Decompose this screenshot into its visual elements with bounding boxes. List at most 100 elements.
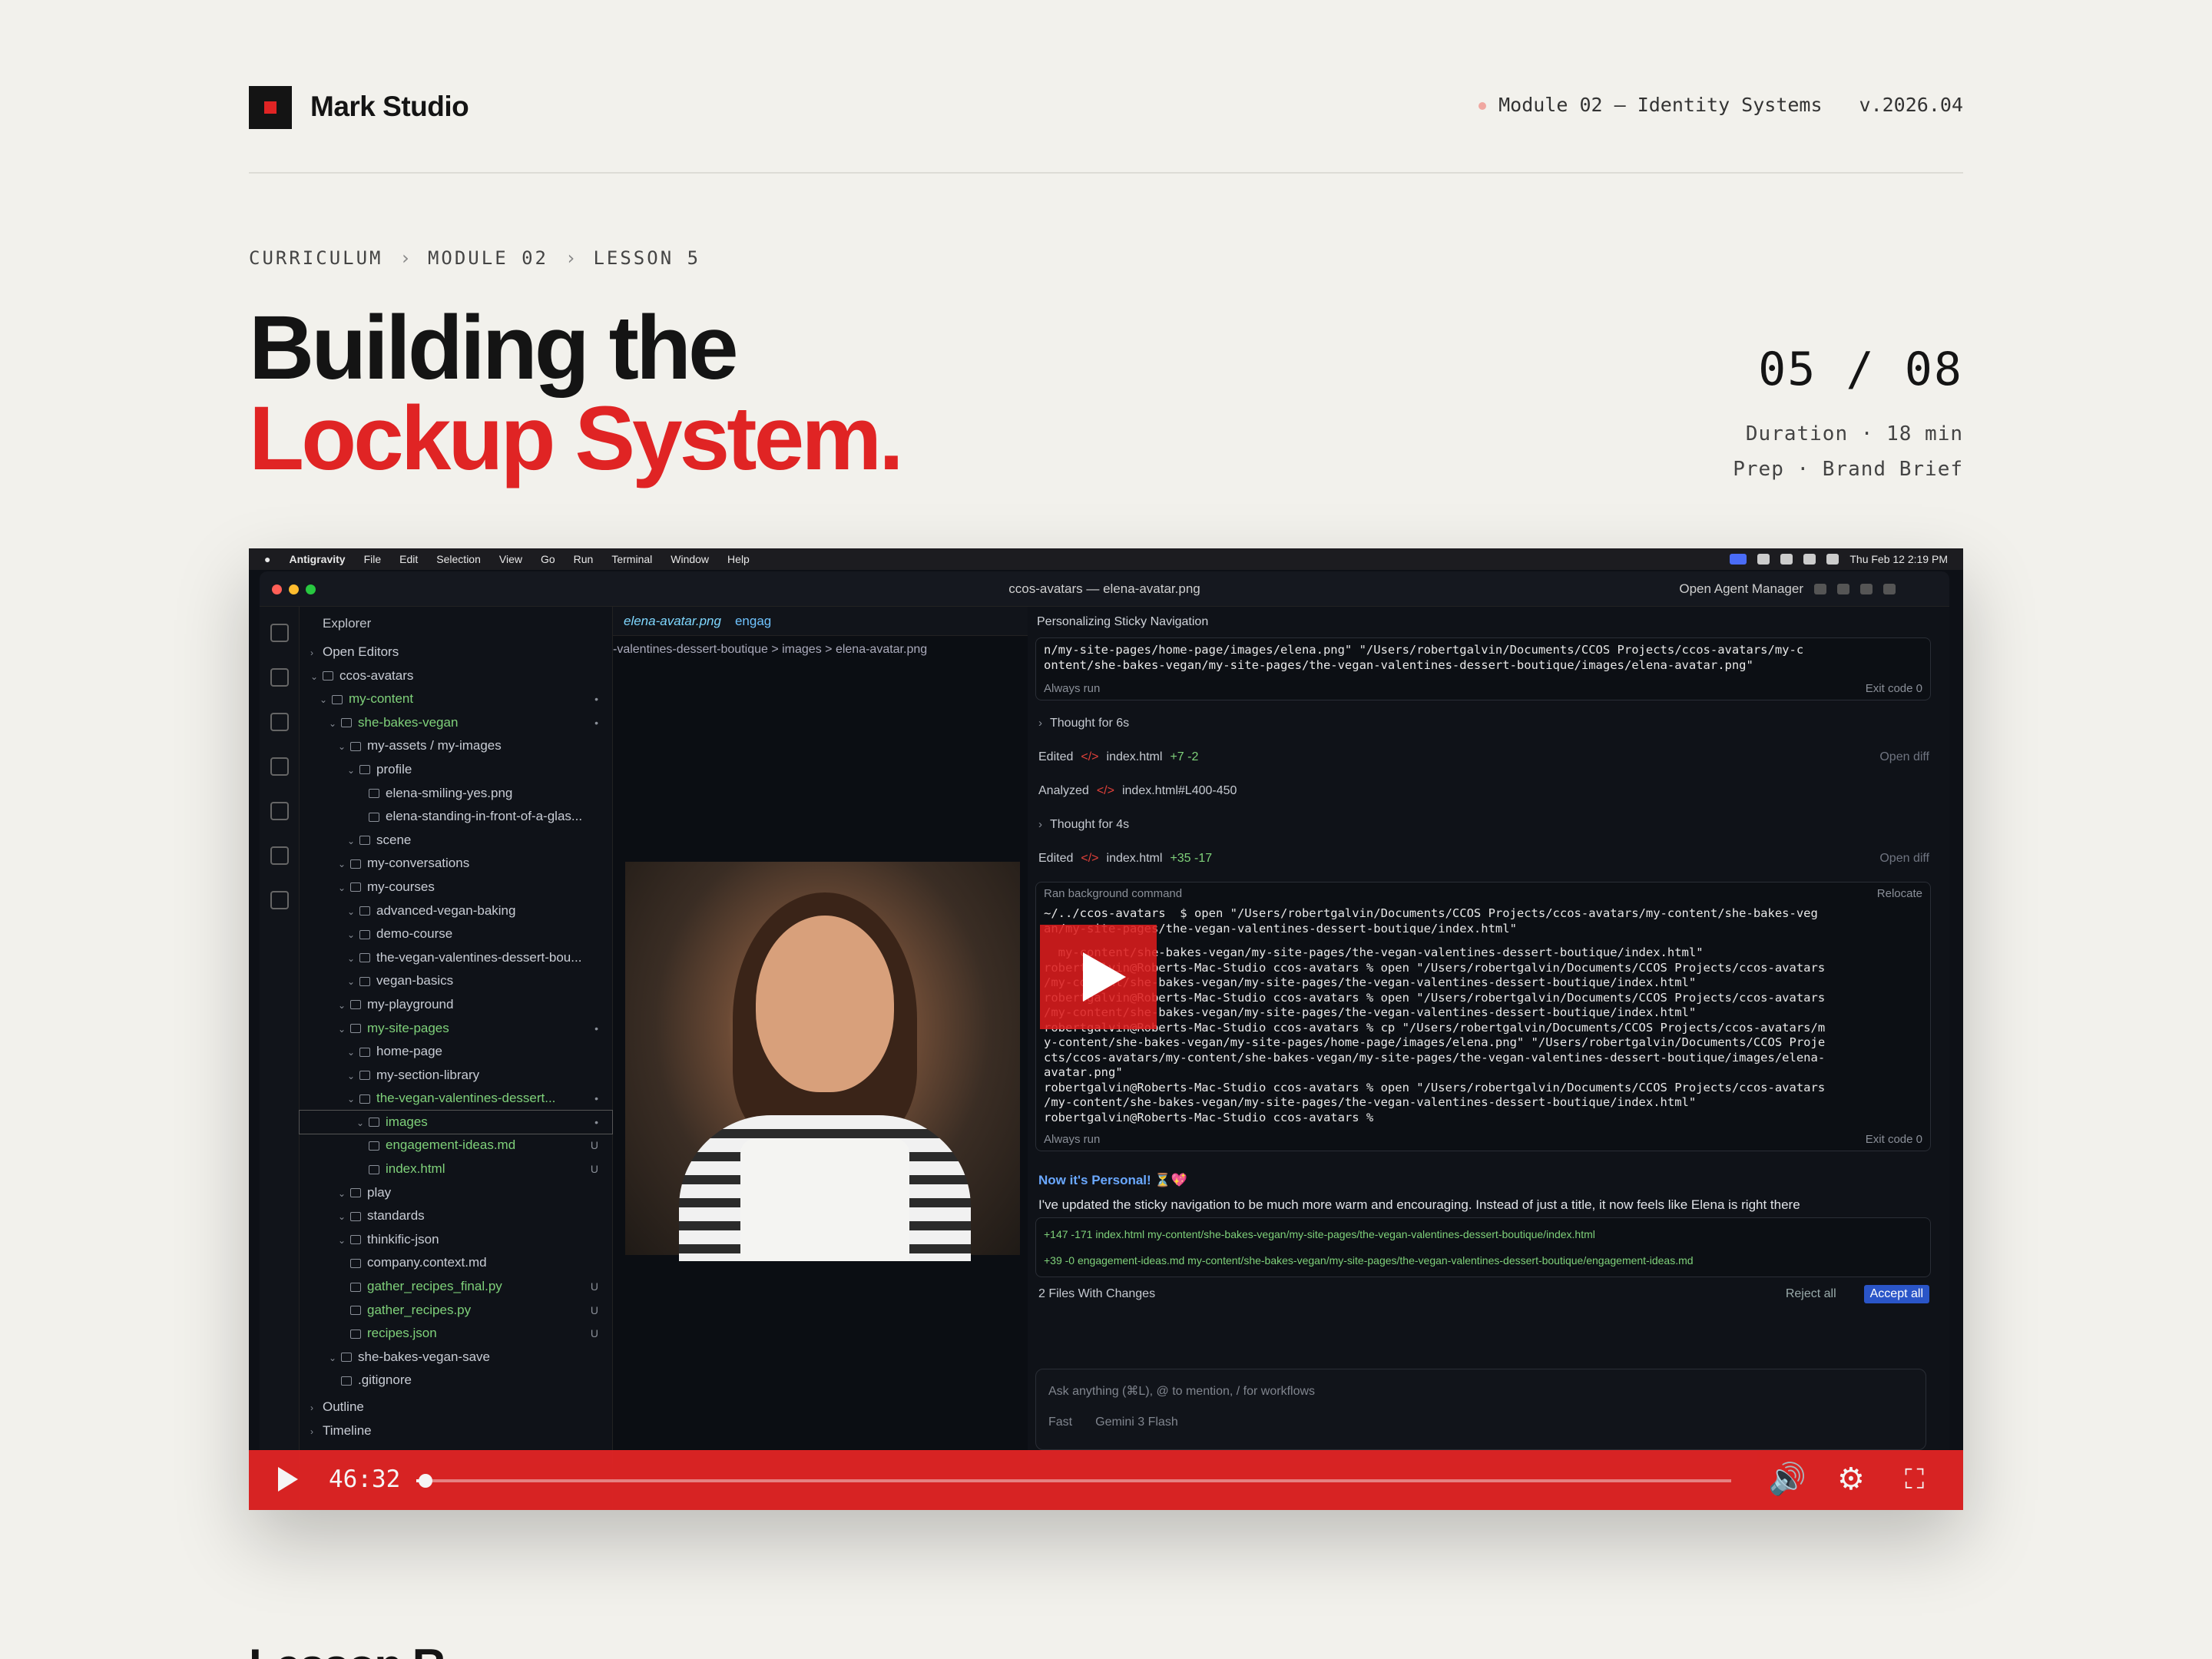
gear-icon	[1883, 584, 1896, 594]
folder-icon	[350, 1024, 361, 1034]
folder-icon	[359, 976, 370, 986]
screen-icon	[1730, 554, 1747, 565]
tree-item-label: my-conversations	[367, 856, 470, 871]
tree-item[interactable]: index.html U	[300, 1157, 612, 1181]
tree-item[interactable]: ⌄ my-conversations	[300, 852, 612, 876]
fullscreen-icon[interactable]: ⛶	[1905, 1462, 1924, 1496]
chevron-down-icon: ⌄	[347, 1047, 356, 1058]
chevron-down-icon: ⌄	[338, 741, 346, 753]
chevron-down-icon: ⌄	[310, 671, 319, 682]
chevron-down-icon: ⌄	[329, 717, 337, 729]
tree-item[interactable]: ⌄ my-site-pages •	[300, 1017, 612, 1041]
tree-item-label: vegan-basics	[376, 973, 454, 988]
lesson-duration: Duration · 18 min	[1745, 422, 1963, 445]
volume-icon[interactable]: 🔊	[1768, 1462, 1806, 1496]
tree-item[interactable]: gather_recipes.py U	[300, 1299, 612, 1323]
video-controls: 46:32 🔊 ⚙ ⛶	[249, 1450, 1963, 1510]
git-status: U	[590, 1139, 598, 1152]
progress-bar[interactable]	[416, 1474, 1731, 1488]
chevron-down-icon: ⌄	[338, 1023, 346, 1035]
folder-icon	[350, 1188, 361, 1198]
tree-item[interactable]: elena-smiling-yes.png	[300, 782, 612, 806]
tree-item-label: advanced-vegan-baking	[376, 902, 516, 918]
tree-item[interactable]: ⌄ thinkific-json	[300, 1228, 612, 1252]
tree-item[interactable]: recipes.json U	[300, 1322, 612, 1346]
brand-logo[interactable]	[249, 86, 292, 129]
tree-item[interactable]: ⌄ she-bakes-vegan •	[300, 711, 612, 735]
tree-item[interactable]: ⌄ the-vegan-valentines-dessert... •	[300, 1087, 612, 1111]
tree-item[interactable]: ⌄ my-content •	[300, 687, 612, 711]
chevron-right-icon: ›	[565, 247, 577, 269]
folder-icon	[359, 1047, 370, 1057]
tree-item[interactable]: company.context.md	[300, 1251, 612, 1275]
tree-item[interactable]: ⌄ scene	[300, 829, 612, 853]
tree-item[interactable]: ⌄ advanced-vegan-baking	[300, 899, 612, 923]
file-icon	[369, 789, 379, 799]
menubar-clock: Thu Feb 12 2:19 PM	[1849, 553, 1948, 565]
folder-icon	[350, 1235, 361, 1245]
folder-icon	[332, 694, 343, 704]
tree-item[interactable]: ⌄ my-assets / my-images	[300, 734, 612, 758]
tree-item[interactable]: elena-standing-in-front-of-a-glas...	[300, 805, 612, 829]
folder-icon	[350, 1000, 361, 1010]
file-tree: › Open Editors ⌄ ccos-avatars ⌄ my-content • ⌄…	[299, 641, 613, 1442]
tree-item[interactable]: ⌄ my-courses	[300, 876, 612, 899]
tree-item[interactable]: ⌄ vegan-basics	[300, 969, 612, 993]
tree-item[interactable]: ⌄ play	[300, 1181, 612, 1205]
breadcrumb-item: LESSON 5	[593, 247, 701, 269]
agent-step: › Thought for 4s	[1038, 818, 1130, 831]
agent-step: Analyzed </> index.html#L400-450	[1038, 784, 1237, 797]
menu-item: Window	[671, 553, 710, 565]
tree-item[interactable]: ⌄ my-playground	[300, 993, 612, 1017]
progress-knob[interactable]	[418, 1474, 432, 1488]
tree-item[interactable]: ⌄ profile	[300, 758, 612, 782]
git-status: •	[594, 693, 598, 706]
gear-icon[interactable]: ⚙	[1837, 1462, 1865, 1496]
folder-icon	[350, 741, 361, 751]
chevron-down-icon: ⌄	[338, 1234, 346, 1246]
tree-item[interactable]: ⌄ my-section-library	[300, 1064, 612, 1088]
tree-item[interactable]: ⌄ she-bakes-vegan-save	[300, 1346, 612, 1369]
play-overlay-button[interactable]	[1040, 925, 1157, 1029]
tree-item[interactable]: .gitignore	[300, 1369, 612, 1392]
tree-item-label: ccos-avatars	[339, 667, 414, 683]
folder-icon	[323, 671, 333, 681]
chevron-down-icon: ⌄	[347, 835, 356, 846]
header-meta: Module 02 — Identity Systems v.2026.04	[1479, 94, 1963, 116]
brand-name[interactable]: Mark Studio	[310, 91, 469, 123]
debug-icon	[270, 757, 289, 776]
tree-item[interactable]: ⌄ images •	[299, 1109, 613, 1135]
play-icon[interactable]	[278, 1467, 298, 1492]
tree-item[interactable]: ⌄ demo-course	[300, 922, 612, 946]
file-icon	[341, 1376, 352, 1386]
video-player[interactable]: ● Antigravity File Edit Selection View G…	[249, 548, 1963, 1510]
breadcrumb-item[interactable]: CURRICULUM	[249, 247, 383, 269]
file-icon	[350, 1306, 361, 1316]
chevron-down-icon: ⌄	[338, 1211, 346, 1223]
tree-item-label: my-courses	[367, 879, 435, 894]
tree-item-label: she-bakes-vegan-save	[358, 1349, 490, 1364]
editor-tabs: elena-avatar.png engag	[613, 607, 1028, 636]
agent-manager-label: Open Agent Manager	[1679, 581, 1803, 596]
breadcrumb-item[interactable]: MODULE 02	[428, 247, 548, 269]
source-control-icon	[270, 713, 289, 731]
page-title: Building the Lockup System.	[249, 303, 904, 484]
chevron-down-icon: ⌄	[347, 929, 356, 941]
tree-item[interactable]: ⌄ home-page	[300, 1040, 612, 1064]
tree-item[interactable]: ⌄ the-vegan-valentines-dessert-bou...	[300, 946, 612, 970]
tree-item-label: gather_recipes.py	[367, 1302, 472, 1317]
tree-item[interactable]: ⌄ ccos-avatars	[300, 664, 612, 688]
agent-panel: Personalizing Sticky Navigation n/my-sit…	[1028, 607, 1949, 1510]
tree-item-label: .gitignore	[358, 1373, 412, 1388]
tree-item[interactable]: engagement-ideas.md U	[300, 1134, 612, 1157]
file-icon	[369, 1141, 379, 1151]
tree-item-label: company.context.md	[367, 1255, 487, 1270]
menubar-status: Thu Feb 12 2:19 PM	[1730, 553, 1963, 565]
menu-item: File	[363, 553, 382, 565]
chevron-down-icon: ⌄	[347, 764, 356, 776]
agent-chat-input: Ask anything (⌘L), @ to mention, / for w…	[1035, 1369, 1926, 1450]
tree-item-label: thinkific-json	[367, 1231, 439, 1247]
tree-item[interactable]: gather_recipes_final.py U	[300, 1275, 612, 1299]
chevron-down-icon: ⌄	[320, 694, 328, 706]
tree-item[interactable]: ⌄ standards	[300, 1204, 612, 1228]
